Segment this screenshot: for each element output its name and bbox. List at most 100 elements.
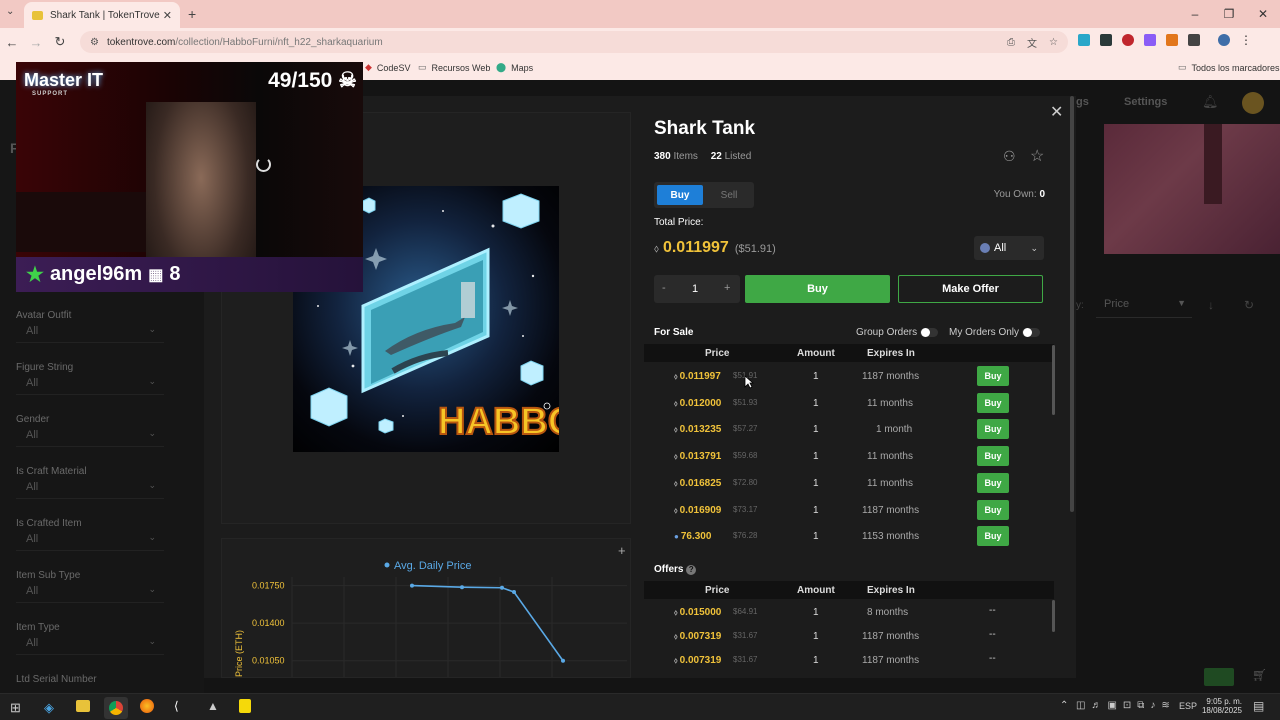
extension-icon[interactable] [1144, 34, 1156, 46]
refresh-icon[interactable]: ↻ [1244, 298, 1254, 312]
bookmark-codesv[interactable]: ◆ CodeSV [365, 62, 410, 73]
app-icon[interactable]: ◈ [44, 700, 54, 716]
row-buy-button[interactable]: Buy [977, 419, 1009, 440]
notifications-icon[interactable]: ▤ [1253, 699, 1264, 713]
nav-settings[interactable]: Settings [1124, 96, 1167, 108]
filter-select[interactable]: All ⌄ [16, 529, 164, 551]
tab-search-icon[interactable]: ⌄ [6, 6, 14, 17]
row-buy-button[interactable]: Buy [977, 366, 1009, 386]
filter-select[interactable]: All ⌄ [16, 581, 164, 603]
metamask-icon[interactable] [1166, 34, 1178, 46]
row-amount: 1 [813, 631, 819, 642]
restore-icon[interactable]: ❐ [1212, 0, 1246, 28]
price-value: 0.011997 [679, 371, 721, 382]
data-point[interactable] [460, 585, 464, 590]
data-point[interactable] [500, 585, 504, 590]
decrement-button[interactable]: - [662, 282, 666, 294]
clock-time: 9:05 p. m. [1206, 697, 1242, 706]
browser-tab[interactable]: Shark Tank | TokenTrove ✕ [24, 2, 180, 28]
user-avatar[interactable] [1242, 92, 1264, 114]
rocket-icon[interactable]: ▲ [207, 699, 219, 713]
filter-value: All [26, 585, 39, 597]
browser-menu-icon[interactable]: ⋮ [1240, 34, 1252, 46]
owners-icon[interactable]: ⚇ [1003, 148, 1016, 165]
file-explorer-icon[interactable] [76, 700, 90, 712]
back-icon[interactable]: ← [0, 35, 24, 50]
tray-icons[interactable]: ◫♬▣⊡⧉♪≋ [1076, 700, 1176, 711]
extension-icon[interactable] [1122, 34, 1134, 46]
close-modal-icon[interactable]: ✕ [1050, 102, 1063, 122]
row-amount: 1 [813, 655, 819, 666]
minimize-icon[interactable]: – [1178, 0, 1212, 28]
close-window-icon[interactable]: ✕ [1246, 0, 1280, 28]
profile-avatar[interactable] [1218, 34, 1230, 46]
row-buy-button[interactable]: Buy [977, 392, 1009, 413]
tab-buy[interactable]: Buy [657, 185, 703, 205]
row-usd: $57.27 [733, 424, 758, 434]
new-tab-icon[interactable]: + [188, 6, 196, 22]
data-point[interactable] [410, 583, 414, 588]
filter-select[interactable]: All ⌄ [16, 477, 164, 499]
forward-icon[interactable]: → [24, 35, 48, 50]
my-orders-only-toggle[interactable]: My Orders Only [949, 327, 1040, 338]
currency-select[interactable]: All ⌄ [974, 236, 1044, 260]
tab-title: Shark Tank | TokenTrove [50, 9, 160, 21]
filter-select[interactable]: All ⌄ [16, 633, 164, 655]
item-card-image[interactable] [1104, 124, 1280, 254]
row-buy-button[interactable]: Buy [977, 446, 1009, 467]
for-sale-scrollbar[interactable] [1052, 345, 1055, 415]
address-bar[interactable]: ⚙ tokentrove.com/collection/HabboFurni/n… [80, 31, 1068, 53]
buy-button[interactable]: Buy [745, 275, 890, 303]
bookmark-maps[interactable]: ⬤ Maps [496, 62, 533, 73]
sort-select[interactable]: Price ▼ [1096, 292, 1192, 318]
quantity-value[interactable]: 1 [692, 283, 698, 295]
tab-sell[interactable]: Sell [706, 185, 752, 205]
modal-scrollbar[interactable] [1070, 96, 1074, 512]
clock[interactable]: 9:05 p. m. 18/08/2025 [1200, 697, 1242, 715]
toggle-switch[interactable] [1021, 327, 1040, 337]
data-point[interactable] [512, 590, 516, 595]
install-app-icon[interactable]: ⎙ [1007, 37, 1015, 48]
language-indicator[interactable]: ESP [1179, 701, 1197, 711]
sort-direction-icon[interactable]: ↓ [1208, 298, 1214, 312]
card-buy-button[interactable] [1204, 668, 1234, 686]
increment-button[interactable]: + [724, 282, 730, 294]
listed-count: 22 [710, 151, 722, 162]
toggle-switch[interactable] [919, 327, 938, 337]
data-point[interactable] [561, 658, 565, 663]
stream-alert-bar: ★ angel96m ▦ 8 [16, 257, 363, 292]
capcut-icon[interactable]: ⟨ [174, 699, 179, 713]
cart-icon[interactable]: 🛒︎ [1252, 668, 1267, 682]
eth-icon: ⬨ [674, 608, 678, 617]
favorite-star-icon[interactable]: ☆ [1030, 146, 1044, 166]
filter-select[interactable]: All ⌄ [16, 373, 164, 395]
help-icon[interactable]: ? [686, 565, 697, 575]
make-offer-button[interactable]: Make Offer [898, 275, 1043, 303]
row-buy-button[interactable]: Buy [977, 526, 1009, 547]
bookmark-recursos-web[interactable]: ▭ Recursos Web [418, 62, 490, 73]
translate-icon[interactable]: 文 [1027, 35, 1037, 50]
sticky-notes-icon[interactable] [239, 699, 251, 713]
tray-expand-icon[interactable]: ⌃ [1060, 700, 1068, 711]
close-tab-icon[interactable]: ✕ [163, 9, 172, 22]
nav-link[interactable]: gs [1076, 96, 1089, 108]
maps-pin-icon: ⬤ [496, 62, 507, 72]
reload-icon[interactable]: ↻ [48, 34, 72, 50]
chrome-taskbar-active[interactable] [104, 697, 128, 719]
extensions-puzzle-icon[interactable] [1188, 34, 1200, 46]
bookmark-star-icon[interactable]: ☆ [1049, 37, 1058, 48]
all-bookmarks[interactable]: ▭ Todos los marcadores [1178, 62, 1280, 73]
offers-scrollbar[interactable] [1052, 600, 1055, 632]
row-buy-button[interactable]: Buy [977, 499, 1009, 520]
filter-select[interactable]: All ⌄ [16, 425, 164, 447]
row-buy-button[interactable]: Buy [977, 472, 1009, 493]
filter-select[interactable]: All ⌄ [16, 321, 164, 343]
site-info-icon[interactable]: ⚙ [90, 37, 99, 48]
windows-start-icon[interactable]: ⊞ [10, 700, 21, 716]
notification-bell-icon[interactable]: 🔔︎ [1202, 94, 1219, 110]
firefox-icon[interactable] [140, 699, 154, 713]
extension-icon[interactable] [1078, 34, 1090, 46]
row-amount: 1 [813, 504, 819, 516]
group-orders-toggle[interactable]: Group Orders [856, 327, 938, 338]
extension-icon[interactable] [1100, 34, 1112, 46]
